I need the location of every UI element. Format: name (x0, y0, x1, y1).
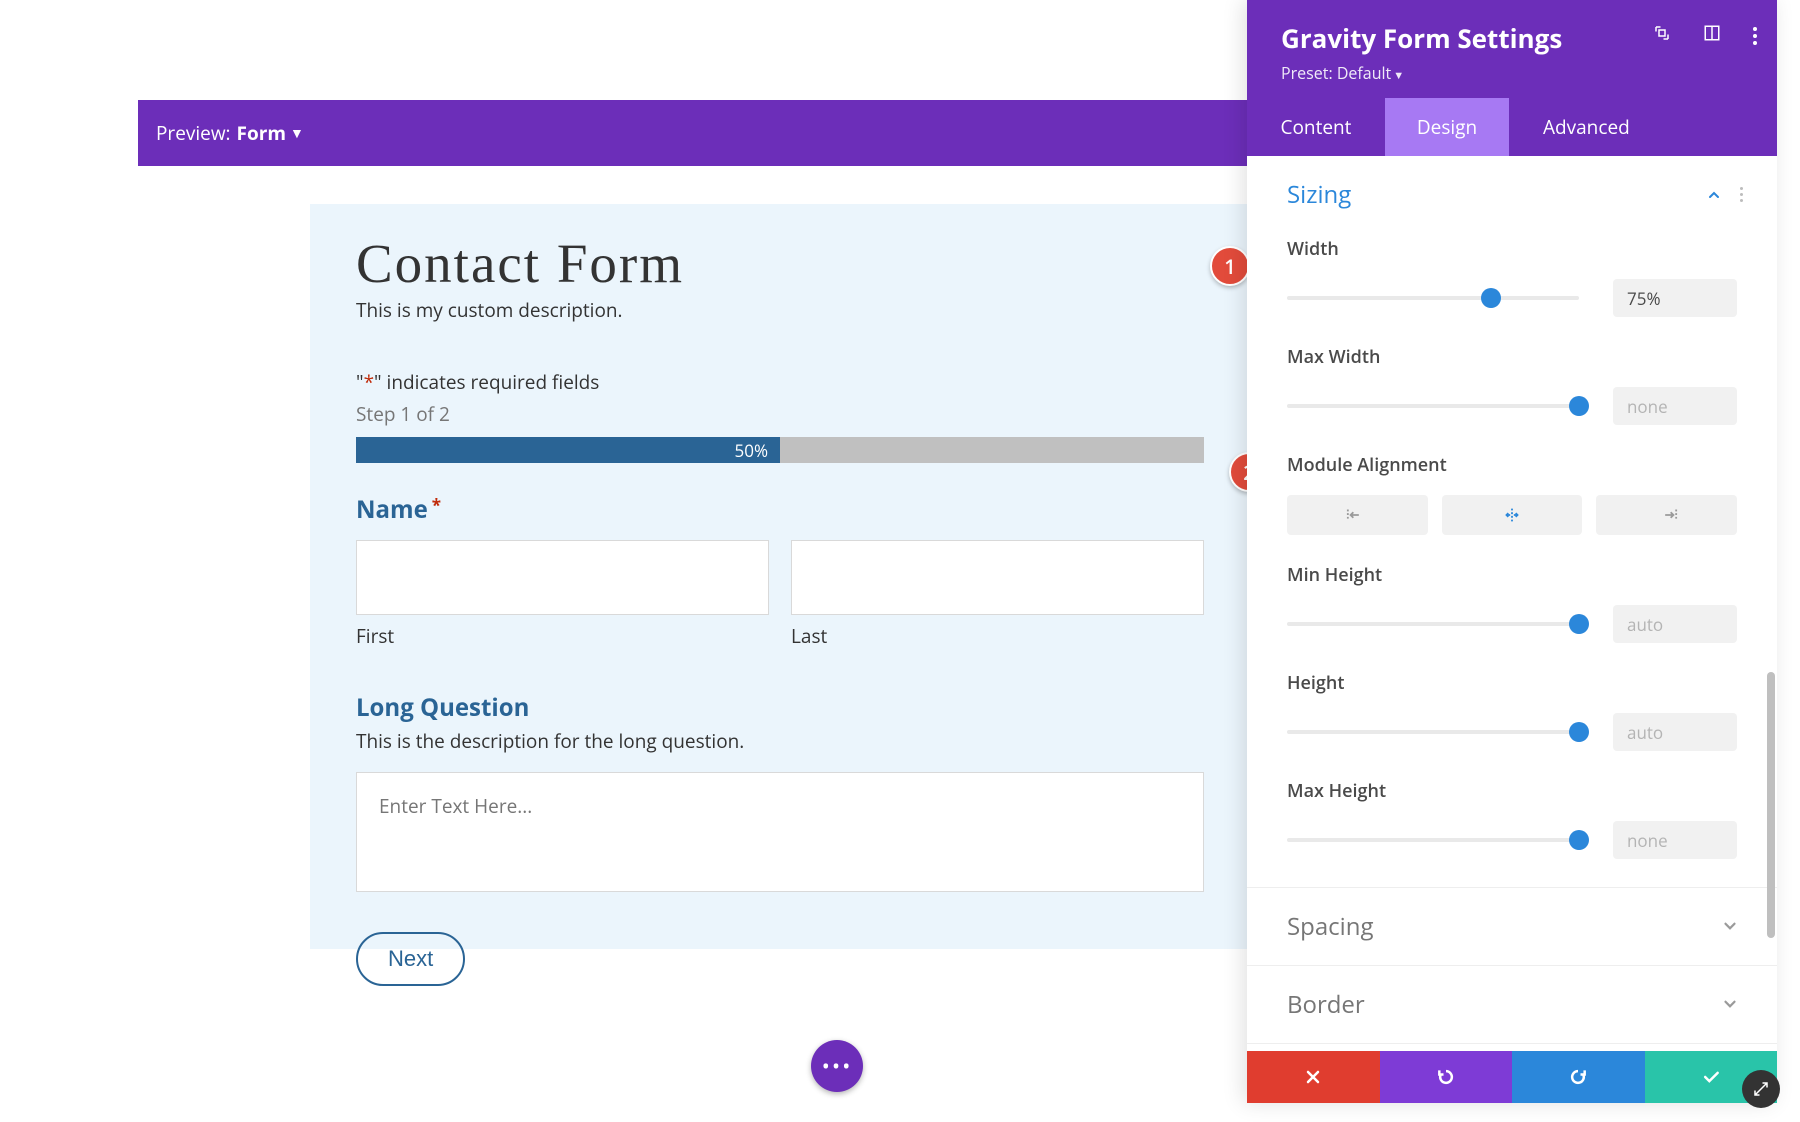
align-left-icon (1346, 507, 1368, 523)
kebab-menu-icon[interactable] (1753, 27, 1757, 45)
columns-icon[interactable] (1703, 24, 1721, 47)
max-height-label: Max Height (1287, 779, 1737, 803)
name-field: Name* First Last (356, 493, 1204, 649)
redo-button[interactable] (1512, 1051, 1645, 1103)
box-shadow-section[interactable]: Box Shadow (1247, 1043, 1777, 1051)
first-name-sublabel: First (356, 623, 769, 649)
max-width-control: Max Width none (1287, 345, 1737, 425)
cancel-button[interactable] (1247, 1051, 1380, 1103)
min-height-control: Min Height auto (1287, 563, 1737, 643)
max-width-value[interactable]: none (1613, 387, 1737, 425)
align-right-icon (1656, 507, 1678, 523)
min-height-value[interactable]: auto (1613, 605, 1737, 643)
undo-button[interactable] (1380, 1051, 1513, 1103)
expand-icon[interactable] (1653, 24, 1671, 47)
width-control: Width 75% (1287, 237, 1737, 317)
panel-preset[interactable]: Preset: Default▼ (1281, 62, 1747, 84)
max-width-slider[interactable] (1287, 404, 1579, 408)
first-name-input[interactable] (356, 540, 769, 615)
expand-diagonal-icon (1752, 1080, 1770, 1098)
chevron-down-icon (1721, 910, 1739, 943)
redo-icon (1568, 1067, 1588, 1087)
panel-footer (1247, 1051, 1777, 1103)
max-height-slider[interactable] (1287, 838, 1579, 842)
align-right-button[interactable] (1596, 495, 1737, 535)
height-value[interactable]: auto (1613, 713, 1737, 751)
progress-bar: 50% (356, 437, 1204, 463)
form-card: Contact Form This is my custom descripti… (310, 204, 1250, 949)
preview-label: Preview: (156, 120, 231, 146)
preview-bar[interactable]: Preview: Form ▼ (138, 100, 1249, 166)
min-height-slider[interactable] (1287, 622, 1579, 626)
required-legend: "*" indicates required fields (356, 369, 1204, 395)
panel-body: Sizing Width 75% Max Width (1247, 156, 1777, 1051)
long-question-textarea[interactable]: Enter Text Here... (356, 772, 1204, 892)
settings-panel: Gravity Form Settings Preset: Default▼ C… (1247, 0, 1777, 1103)
tab-content[interactable]: Content (1247, 98, 1385, 156)
long-question-field: Long Question This is the description fo… (356, 691, 1204, 892)
close-icon (1303, 1067, 1323, 1087)
last-name-sublabel: Last (791, 623, 1204, 649)
chevron-down-icon (1721, 988, 1739, 1021)
next-button[interactable]: Next (356, 932, 465, 986)
panel-tabs: Content Design Advanced (1247, 98, 1777, 156)
scrollbar[interactable] (1767, 672, 1775, 938)
align-center-icon (1501, 507, 1523, 523)
width-value[interactable]: 75% (1613, 279, 1737, 317)
spacing-section[interactable]: Spacing (1247, 887, 1777, 965)
max-height-value[interactable]: none (1613, 821, 1737, 859)
preview-area: Preview: Form ▼ Contact Form This is my … (0, 0, 1250, 1122)
chevron-up-icon (1706, 178, 1722, 211)
long-question-desc: This is the description for the long que… (356, 728, 1204, 754)
align-left-button[interactable] (1287, 495, 1428, 535)
caret-down-icon: ▼ (290, 124, 304, 143)
check-icon (1701, 1067, 1721, 1087)
width-slider[interactable] (1287, 296, 1579, 300)
alignment-label: Module Alignment (1287, 453, 1737, 477)
form-description: This is my custom description. (356, 297, 1204, 323)
height-label: Height (1287, 671, 1737, 695)
tab-design[interactable]: Design (1385, 98, 1509, 156)
height-control: Height auto (1287, 671, 1737, 751)
max-height-control: Max Height none (1287, 779, 1737, 859)
callout-badge-1: 1 (1210, 246, 1250, 286)
border-section[interactable]: Border (1247, 965, 1777, 1043)
resize-handle[interactable] (1742, 1070, 1780, 1108)
last-name-input[interactable] (791, 540, 1204, 615)
progress-fill: 50% (356, 437, 780, 463)
preview-value: Form (237, 120, 286, 146)
min-height-label: Min Height (1287, 563, 1737, 587)
width-label: Width (1287, 237, 1737, 261)
height-slider[interactable] (1287, 730, 1579, 734)
panel-header: Gravity Form Settings Preset: Default▼ (1247, 0, 1777, 98)
fab-more-button[interactable]: ••• (811, 1040, 863, 1092)
sizing-section-header[interactable]: Sizing (1247, 156, 1777, 227)
alignment-control: Module Alignment (1287, 453, 1737, 535)
max-width-label: Max Width (1287, 345, 1737, 369)
name-label: Name* (356, 493, 1204, 526)
long-question-label: Long Question (356, 691, 1204, 724)
section-kebab-icon[interactable] (1740, 187, 1743, 202)
undo-icon (1436, 1067, 1456, 1087)
form-title: Contact Form (356, 232, 1204, 295)
tab-advanced[interactable]: Advanced (1509, 98, 1777, 156)
align-center-button[interactable] (1442, 495, 1583, 535)
step-indicator: Step 1 of 2 (356, 401, 1204, 427)
